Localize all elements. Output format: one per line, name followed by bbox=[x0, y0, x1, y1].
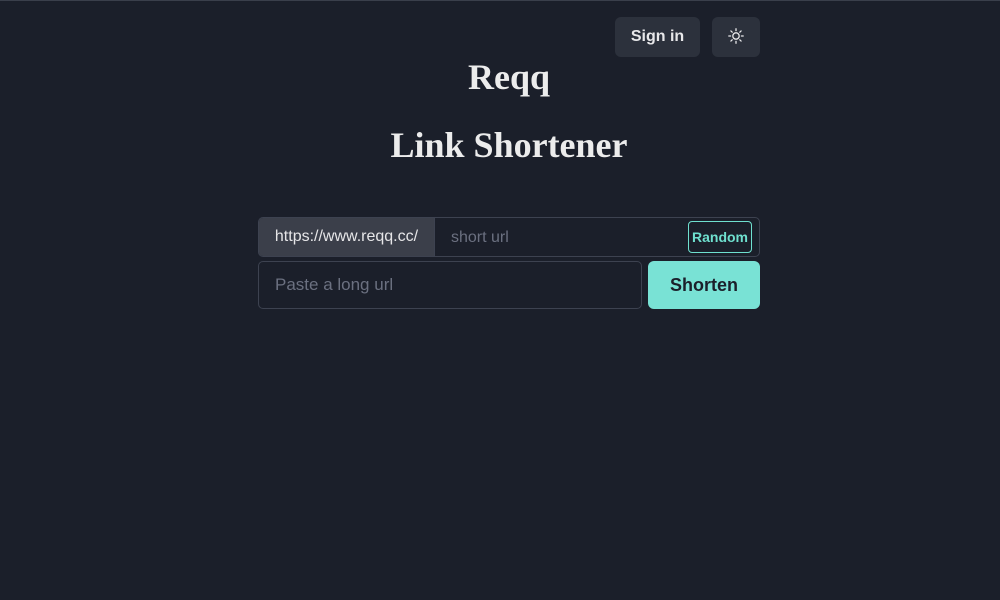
sign-in-button[interactable]: Sign in bbox=[615, 17, 700, 57]
shorten-button[interactable]: Shorten bbox=[648, 261, 760, 309]
theme-toggle-button[interactable] bbox=[712, 17, 760, 57]
short-url-group: https://www.reqq.cc/ Random bbox=[258, 217, 760, 257]
short-url-input[interactable] bbox=[435, 218, 688, 256]
page-title: Reqq bbox=[467, 57, 551, 97]
top-border bbox=[0, 0, 1000, 1]
page-subtitle: Link Shortener bbox=[390, 125, 628, 165]
sun-icon bbox=[728, 27, 744, 47]
url-prefix: https://www.reqq.cc/ bbox=[259, 218, 435, 256]
long-url-input[interactable] bbox=[258, 261, 642, 309]
random-button[interactable]: Random bbox=[688, 221, 752, 253]
header-actions: Sign in bbox=[615, 17, 760, 57]
